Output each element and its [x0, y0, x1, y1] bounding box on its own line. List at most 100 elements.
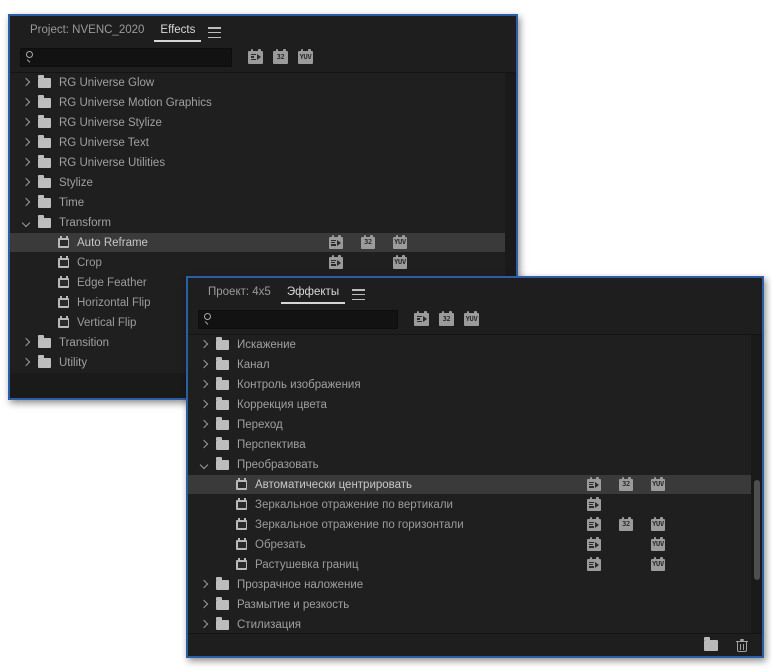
chevron-right-icon[interactable] [198, 399, 210, 411]
accelerated-badge-icon [578, 557, 610, 571]
search-input-wrapper-english[interactable] [20, 47, 232, 67]
search-input-russian[interactable] [216, 310, 397, 328]
tree-folder-row[interactable]: Контроль изображения [188, 375, 762, 395]
tree-folder-row[interactable]: Размытие и резкость [188, 595, 762, 615]
yuv-badge-icon: YUV [384, 235, 416, 249]
tree-folder-row[interactable]: Переход [188, 415, 762, 435]
tree-folder-row[interactable]: Преобразовать [188, 455, 762, 475]
chevron-right-icon[interactable] [20, 357, 32, 369]
row-badges [578, 495, 674, 514]
search-row-russian: 32 YUV [188, 304, 762, 334]
tree-item-label: Vertical Flip [77, 316, 137, 329]
tab-effects-russian[interactable]: Эффекты [279, 286, 347, 305]
tree-folder-row[interactable]: Прозрачное наложение [188, 575, 762, 595]
search-input-english[interactable] [38, 48, 231, 66]
tree-folder-row[interactable]: Stylize [10, 173, 516, 193]
chevron-right-icon[interactable] [20, 177, 32, 189]
tree-item-label: Transition [59, 336, 110, 349]
tree-effect-row[interactable]: Зеркальное отражение по горизонтали 32 YUV [188, 515, 762, 535]
tree-folder-row[interactable]: Стилизация [188, 615, 762, 633]
tree-folder-row[interactable]: RG Universe Stylize [10, 113, 516, 133]
tab-project-english[interactable]: Project: NVENC_2020 [22, 24, 152, 43]
trash-icon[interactable] [736, 638, 748, 652]
tree-effect-row[interactable]: Обрезать YUV [188, 535, 762, 555]
chevron-right-icon[interactable] [20, 97, 32, 109]
tree-item-label: Растушевка границ [255, 558, 359, 571]
filter-buttons-russian: 32 YUV [414, 311, 479, 326]
chevron-right-icon[interactable] [20, 117, 32, 129]
chevron-right-icon[interactable] [198, 439, 210, 451]
tree-effect-row[interactable]: Crop YUV [10, 253, 516, 273]
hamburger-menu-icon-english[interactable] [208, 27, 222, 38]
yuv-color-filter-russian[interactable]: YUV [464, 311, 479, 326]
chevron-right-icon[interactable] [198, 419, 210, 431]
tree-folder-row[interactable]: RG Universe Text [10, 133, 516, 153]
effects-tree-russian[interactable]: Искажение Канал Контроль изображения Коррек… [188, 334, 762, 633]
tree-item-label: RG Universe Glow [59, 76, 155, 89]
tree-effect-row[interactable]: Растушевка границ YUV [188, 555, 762, 575]
accelerated-effects-filter-english[interactable] [248, 49, 263, 64]
vertical-scrollbar-russian[interactable] [751, 335, 762, 633]
32bit-color-filter-english[interactable]: 32 [273, 49, 288, 64]
tree-folder-row[interactable]: Коррекция цвета [188, 395, 762, 415]
tree-item-label: Time [59, 196, 85, 209]
accelerated-effects-filter-russian[interactable] [414, 311, 429, 326]
effects-panel-russian[interactable]: Проект: 4x5 Эффекты 32 YUV Искажение Кана… [186, 276, 764, 658]
row-badges: 32 YUV [320, 233, 416, 252]
tree-effect-row[interactable]: Auto Reframe 32 YUV [10, 233, 516, 253]
folder-icon [216, 597, 229, 610]
chevron-right-icon[interactable] [198, 339, 210, 351]
chevron-right-icon[interactable] [20, 157, 32, 169]
chevron-right-icon[interactable] [20, 197, 32, 209]
tree-item-label: Контроль изображения [237, 378, 361, 391]
tree-item-label: Зеркальное отражение по горизонтали [255, 518, 464, 531]
tree-effect-row[interactable]: Автоматически центрировать 32 YUV [188, 475, 762, 495]
yuv-color-filter-english[interactable]: YUV [298, 49, 313, 64]
yuv-badge-icon: YUV [642, 557, 674, 571]
folder-icon [38, 215, 51, 228]
tree-folder-row[interactable]: Канал [188, 355, 762, 375]
tree-folder-row[interactable]: Transform [10, 213, 516, 233]
chevron-down-icon[interactable] [20, 217, 32, 229]
folder-icon[interactable] [704, 637, 718, 651]
hamburger-menu-icon-russian[interactable] [352, 289, 366, 300]
folder-icon [38, 155, 51, 168]
tree-folder-row[interactable]: RG Universe Motion Graphics [10, 93, 516, 113]
row-badges: YUV [578, 555, 674, 574]
chevron-right-icon[interactable] [20, 337, 32, 349]
row-badges: YUV [320, 253, 416, 272]
tab-effects-english[interactable]: Effects [152, 24, 203, 43]
search-input-wrapper-russian[interactable] [198, 309, 398, 329]
tab-project-russian[interactable]: Проект: 4x5 [200, 286, 279, 305]
tree-effect-row[interactable]: Зеркальное отражение по вертикали [188, 495, 762, 515]
effect-icon [236, 518, 247, 530]
chevron-right-icon[interactable] [198, 619, 210, 631]
chevron-down-icon[interactable] [198, 459, 210, 471]
chevron-right-icon[interactable] [198, 359, 210, 371]
tree-item-label: RG Universe Motion Graphics [59, 96, 212, 109]
folder-icon [216, 397, 229, 410]
effect-icon [236, 478, 247, 490]
chevron-right-icon[interactable] [20, 137, 32, 149]
tree-item-label: Коррекция цвета [237, 398, 327, 411]
chevron-right-icon[interactable] [198, 599, 210, 611]
tree-folder-row[interactable]: RG Universe Glow [10, 73, 516, 93]
32bit-badge-icon: 32 [610, 477, 642, 491]
tree-item-label: Обрезать [255, 538, 306, 551]
tree-item-label: Transform [59, 216, 111, 229]
chevron-right-icon[interactable] [20, 77, 32, 89]
panel-tabbar-russian: Проект: 4x5 Эффекты [188, 278, 762, 304]
tree-item-label: Стилизация [237, 618, 302, 631]
tree-folder-row[interactable]: Time [10, 193, 516, 213]
32bit-color-filter-russian[interactable]: 32 [439, 311, 454, 326]
tree-item-label: Перспектива [237, 438, 306, 451]
row-badges: YUV [578, 535, 674, 554]
tree-item-label: Автоматически центрировать [255, 478, 413, 491]
chevron-right-icon[interactable] [198, 579, 210, 591]
chevron-right-icon[interactable] [198, 379, 210, 391]
tree-folder-row[interactable]: Искажение [188, 335, 762, 355]
scrollbar-thumb-russian[interactable] [753, 480, 760, 580]
folder-icon [38, 75, 51, 88]
tree-folder-row[interactable]: Перспектива [188, 435, 762, 455]
tree-folder-row[interactable]: RG Universe Utilities [10, 153, 516, 173]
